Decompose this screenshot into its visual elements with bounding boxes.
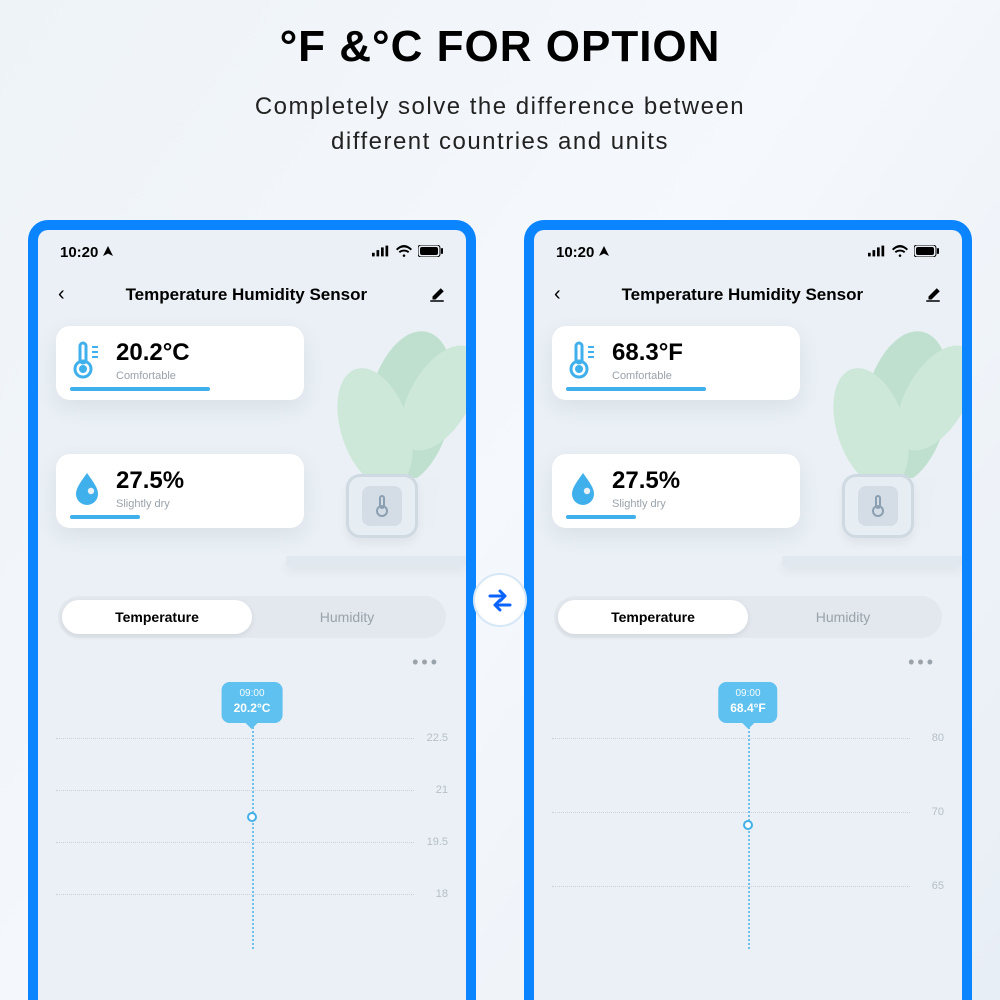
wifi-icon: [892, 244, 908, 261]
temperature-bar: [566, 387, 706, 391]
chart-tooltip: 09:00 20.2°C: [222, 682, 283, 723]
marketing-heading: °F &°C FOR OPTION Completely solve the d…: [0, 0, 1000, 160]
battery-icon: [418, 244, 444, 261]
temperature-chart: 22.5 21 19.5 18 09:00 20.2°C: [56, 679, 448, 949]
chart-cursor-line: [252, 720, 254, 949]
tab-humidity[interactable]: Humidity: [252, 609, 442, 625]
chart-tooltip: 09:00 68.4°F: [718, 682, 777, 723]
humidity-status: Slightly dry: [612, 498, 680, 510]
y-tick: 65: [932, 880, 944, 892]
droplet-icon: [70, 468, 104, 508]
chart-point[interactable]: [743, 820, 753, 830]
tab-segment: Temperature Humidity: [554, 596, 942, 638]
temperature-status: Comfortable: [612, 370, 683, 382]
signal-icon: [372, 244, 390, 261]
signal-icon: [868, 244, 886, 261]
sensor-device-illustration: [842, 474, 914, 538]
temperature-value: 68.3°F: [612, 340, 683, 366]
phone-fahrenheit: 10:20 ‹ Temperature Humidity Sensor: [524, 220, 972, 1000]
tab-humidity[interactable]: Humidity: [748, 609, 938, 625]
humidity-bar: [70, 515, 140, 519]
heading-subtitle: Completely solve the difference between …: [0, 90, 1000, 160]
status-bar: 10:20: [38, 230, 466, 269]
temperature-card[interactable]: 20.2°C Comfortable: [56, 326, 304, 400]
tab-temperature[interactable]: Temperature: [62, 609, 252, 625]
location-icon: [598, 244, 610, 261]
phone-celsius: 10:20 ‹ Temperature Humidity Sensor: [28, 220, 476, 1000]
y-tick: 70: [932, 806, 944, 818]
y-tick: 18: [436, 888, 448, 900]
humidity-status: Slightly dry: [116, 498, 184, 510]
y-tick: 22.5: [427, 732, 448, 744]
temperature-chart: 80 70 65 09:00 68.4°F: [552, 679, 944, 949]
edit-button[interactable]: [428, 286, 446, 304]
tab-segment: Temperature Humidity: [58, 596, 446, 638]
page-title: Temperature Humidity Sensor: [622, 285, 864, 305]
battery-icon: [914, 244, 940, 261]
y-tick: 19.5: [427, 836, 448, 848]
back-button[interactable]: ‹: [58, 283, 65, 306]
back-button[interactable]: ‹: [554, 283, 561, 306]
chart-point[interactable]: [247, 812, 257, 822]
temperature-status: Comfortable: [116, 370, 190, 382]
more-menu[interactable]: •••: [534, 638, 962, 679]
more-menu[interactable]: •••: [38, 638, 466, 679]
chart-cursor-line: [748, 720, 750, 949]
edit-button[interactable]: [924, 286, 942, 304]
humidity-value: 27.5%: [116, 468, 184, 494]
y-tick: 21: [436, 784, 448, 796]
wifi-icon: [396, 244, 412, 261]
temperature-card[interactable]: 68.3°F Comfortable: [552, 326, 800, 400]
shelf-illustration: [782, 556, 962, 566]
location-icon: [102, 244, 114, 261]
humidity-value: 27.5%: [612, 468, 680, 494]
heading-title: °F &°C FOR OPTION: [0, 22, 1000, 72]
temperature-value: 20.2°C: [116, 340, 190, 366]
tab-temperature[interactable]: Temperature: [558, 609, 748, 625]
page-title: Temperature Humidity Sensor: [126, 285, 368, 305]
shelf-illustration: [286, 556, 466, 566]
status-time: 10:20: [60, 244, 98, 261]
droplet-icon: [566, 468, 600, 508]
temperature-bar: [70, 387, 210, 391]
status-bar: 10:20: [534, 230, 962, 269]
status-time: 10:20: [556, 244, 594, 261]
y-tick: 80: [932, 732, 944, 744]
swap-units-icon[interactable]: [473, 573, 527, 627]
sensor-device-illustration: [346, 474, 418, 538]
humidity-bar: [566, 515, 636, 519]
thermometer-icon: [70, 340, 104, 380]
humidity-card[interactable]: 27.5% Slightly dry: [56, 454, 304, 528]
thermometer-icon: [566, 340, 600, 380]
humidity-card[interactable]: 27.5% Slightly dry: [552, 454, 800, 528]
